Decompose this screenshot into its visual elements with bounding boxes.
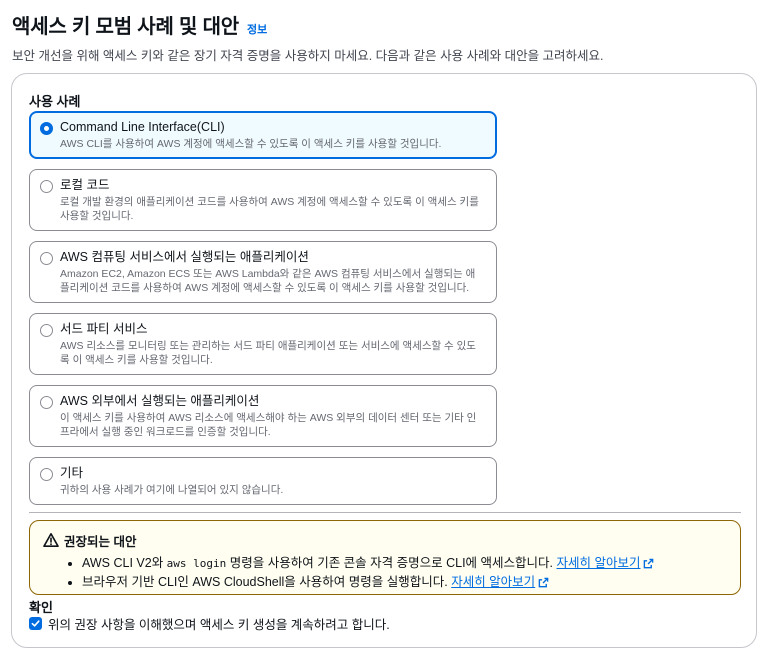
- option-label: 기타: [60, 466, 84, 480]
- radio-button[interactable]: [40, 252, 53, 265]
- learn-more-label: 자세히 알아보기: [556, 556, 641, 570]
- divider: [29, 512, 741, 513]
- use-case-option-local-code[interactable]: 로컬 코드 로컬 개발 환경의 애플리케이션 코드를 사용하여 AWS 계정에 …: [29, 169, 497, 231]
- option-description: 귀하의 사용 사례가 여기에 나열되어 있지 않습니다.: [60, 484, 284, 496]
- use-case-radio-group: Command Line Interface(CLI) AWS CLI를 사용하…: [29, 111, 497, 515]
- option-label: Command Line Interface(CLI): [60, 120, 225, 134]
- option-description: 로컬 개발 환경의 애플리케이션 코드를 사용하여 AWS 계정에 액세스할 수…: [60, 196, 479, 222]
- learn-more-link-cli[interactable]: 자세히 알아보기: [556, 556, 654, 570]
- option-label: AWS 외부에서 실행되는 애플리케이션: [60, 394, 260, 408]
- radio-button[interactable]: [40, 396, 53, 409]
- alert-item-text: AWS CLI V2와: [82, 556, 167, 570]
- title-row: 액세스 키 모범 사례 및 대안 정보: [12, 10, 758, 39]
- alert-list: AWS CLI V2와 aws login 명령을 사용하여 기존 콘솔 자격 …: [64, 554, 728, 591]
- page-title: 액세스 키 모범 사례 및 대안: [12, 16, 239, 38]
- alert-item-cli-v2: AWS CLI V2와 aws login 명령을 사용하여 기존 콘솔 자격 …: [82, 554, 728, 573]
- use-case-option-third-party[interactable]: 서드 파티 서비스 AWS 리소스를 모니터링 또는 관리하는 서드 파티 애플…: [29, 313, 497, 375]
- radio-button[interactable]: [40, 180, 53, 193]
- info-link[interactable]: 정보: [247, 21, 267, 37]
- radio-button[interactable]: [40, 324, 53, 337]
- learn-more-label: 자세히 알아보기: [451, 575, 536, 589]
- radio-button[interactable]: [40, 122, 53, 135]
- learn-more-link-cloudshell[interactable]: 자세히 알아보기: [451, 575, 549, 589]
- option-label: 로컬 코드: [60, 178, 110, 192]
- checkmark-icon: [31, 620, 40, 627]
- use-cases-label: 사용 사례: [29, 94, 81, 109]
- alert-title: 권장되는 대안: [64, 535, 137, 549]
- use-case-option-outside-aws[interactable]: AWS 외부에서 실행되는 애플리케이션 이 액세스 키를 사용하여 AWS 리…: [29, 385, 497, 447]
- alert-item-text: 브라우저 기반 CLI인 AWS CloudShell을 사용하여 명령을 실행…: [82, 575, 448, 589]
- external-link-icon: [644, 558, 654, 569]
- radio-button[interactable]: [40, 468, 53, 481]
- option-description: AWS CLI를 사용하여 AWS 계정에 액세스할 수 있도록 이 액세스 키…: [60, 138, 442, 150]
- option-label: AWS 컴퓨팅 서비스에서 실행되는 애플리케이션: [60, 250, 309, 264]
- alert-item-cloudshell: 브라우저 기반 CLI인 AWS CloudShell을 사용하여 명령을 실행…: [82, 573, 728, 591]
- option-description: AWS 리소스를 모니터링 또는 관리하는 서드 파티 애플리케이션 또는 서비…: [60, 340, 476, 366]
- warning-icon: [43, 533, 59, 547]
- confirmation-text[interactable]: 위의 권장 사항을 이해했으며 액세스 키 생성을 계속하려고 합니다.: [48, 614, 390, 633]
- page-header: 액세스 키 모범 사례 및 대안 정보 보안 개선을 위해 액세스 키와 같은 …: [12, 10, 758, 64]
- recommended-alternatives-alert: 권장되는 대안 AWS CLI V2와 aws login 명령을 사용하여 기…: [29, 520, 741, 595]
- confirmation-checkbox[interactable]: [29, 617, 42, 630]
- option-description: 이 액세스 키를 사용하여 AWS 리소스에 액세스해야 하는 AWS 외부의 …: [60, 412, 477, 438]
- use-case-option-cli[interactable]: Command Line Interface(CLI) AWS CLI를 사용하…: [29, 111, 497, 159]
- option-description: Amazon EC2, Amazon ECS 또는 AWS Lambda와 같은…: [60, 268, 476, 294]
- use-case-option-other[interactable]: 기타 귀하의 사용 사례가 여기에 나열되어 있지 않습니다.: [29, 457, 497, 505]
- aws-login-code: aws login: [166, 557, 227, 570]
- external-link-icon: [538, 577, 549, 588]
- option-label: 서드 파티 서비스: [60, 322, 148, 336]
- page-description: 보안 개선을 위해 액세스 키와 같은 장기 자격 증명을 사용하지 마세요. …: [12, 49, 604, 63]
- use-case-option-aws-compute[interactable]: AWS 컴퓨팅 서비스에서 실행되는 애플리케이션 Amazon EC2, Am…: [29, 241, 497, 303]
- alert-item-text: 명령을 사용하여 기존 콘솔 자격 증명으로 CLI에 액세스합니다.: [226, 556, 553, 570]
- confirmation-row: 위의 권장 사항을 이해했으며 액세스 키 생성을 계속하려고 합니다.: [29, 614, 390, 633]
- use-case-container: 사용 사례 Command Line Interface(CLI) AWS CL…: [11, 73, 757, 648]
